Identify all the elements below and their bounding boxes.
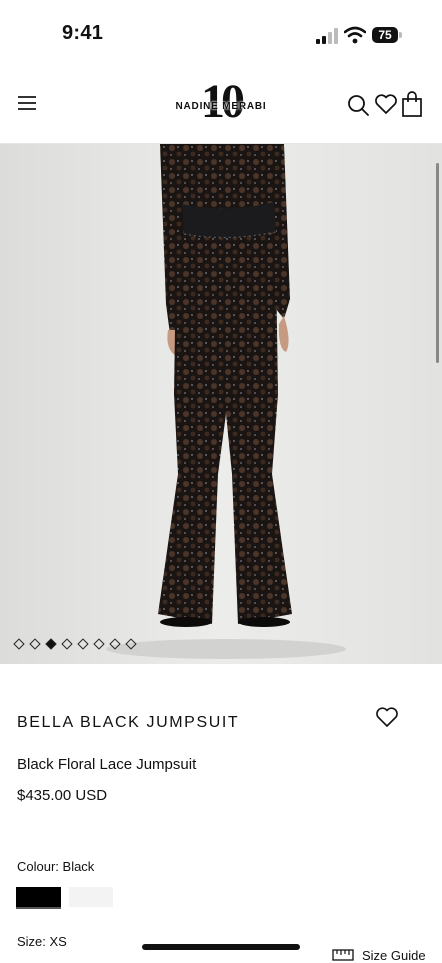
product-title: BELLA BLACK JUMPSUIT xyxy=(17,714,240,731)
product-subtitle: Black Floral Lace Jumpsuit xyxy=(17,756,197,773)
colour-label: Colour: Black xyxy=(17,859,95,874)
wishlist-heart-icon[interactable] xyxy=(375,706,399,728)
product-price: $435.00 USD xyxy=(17,787,108,804)
bag-icon[interactable] xyxy=(402,91,422,117)
brand-logo[interactable]: 10 NADINE MERABI xyxy=(170,75,272,132)
ruler-icon xyxy=(332,949,354,961)
heart-icon[interactable] xyxy=(374,93,398,115)
carousel-dot[interactable] xyxy=(45,638,57,650)
model-illustration xyxy=(0,144,442,664)
battery-icon: 75 xyxy=(372,27,404,43)
scrollbar[interactable] xyxy=(436,163,439,363)
product-image[interactable] xyxy=(0,144,442,664)
signal-icon xyxy=(316,28,338,44)
status-time: 9:41 xyxy=(62,22,104,44)
logo-brand-name: NADINE MERABI xyxy=(175,101,267,112)
carousel-dot[interactable] xyxy=(77,638,89,650)
size-guide-link[interactable]: Size Guide xyxy=(332,947,426,963)
size-guide-label: Size Guide xyxy=(362,947,426,963)
carousel-dot[interactable] xyxy=(125,638,137,650)
menu-icon[interactable] xyxy=(18,96,36,110)
carousel-dot[interactable] xyxy=(61,638,73,650)
size-label: Size: XS xyxy=(17,934,67,949)
swatch-white[interactable] xyxy=(69,887,113,907)
battery-level: 75 xyxy=(372,27,398,43)
carousel-dot[interactable] xyxy=(109,638,121,650)
carousel-dot[interactable] xyxy=(13,638,25,650)
wifi-icon xyxy=(344,26,366,44)
carousel-dots xyxy=(13,638,137,650)
site-header: 10 NADINE MERABI xyxy=(0,68,442,144)
carousel-dot[interactable] xyxy=(29,638,41,650)
home-indicator xyxy=(142,944,300,950)
carousel-dot[interactable] xyxy=(93,638,105,650)
swatch-black[interactable] xyxy=(16,887,61,909)
search-icon[interactable] xyxy=(347,94,369,116)
